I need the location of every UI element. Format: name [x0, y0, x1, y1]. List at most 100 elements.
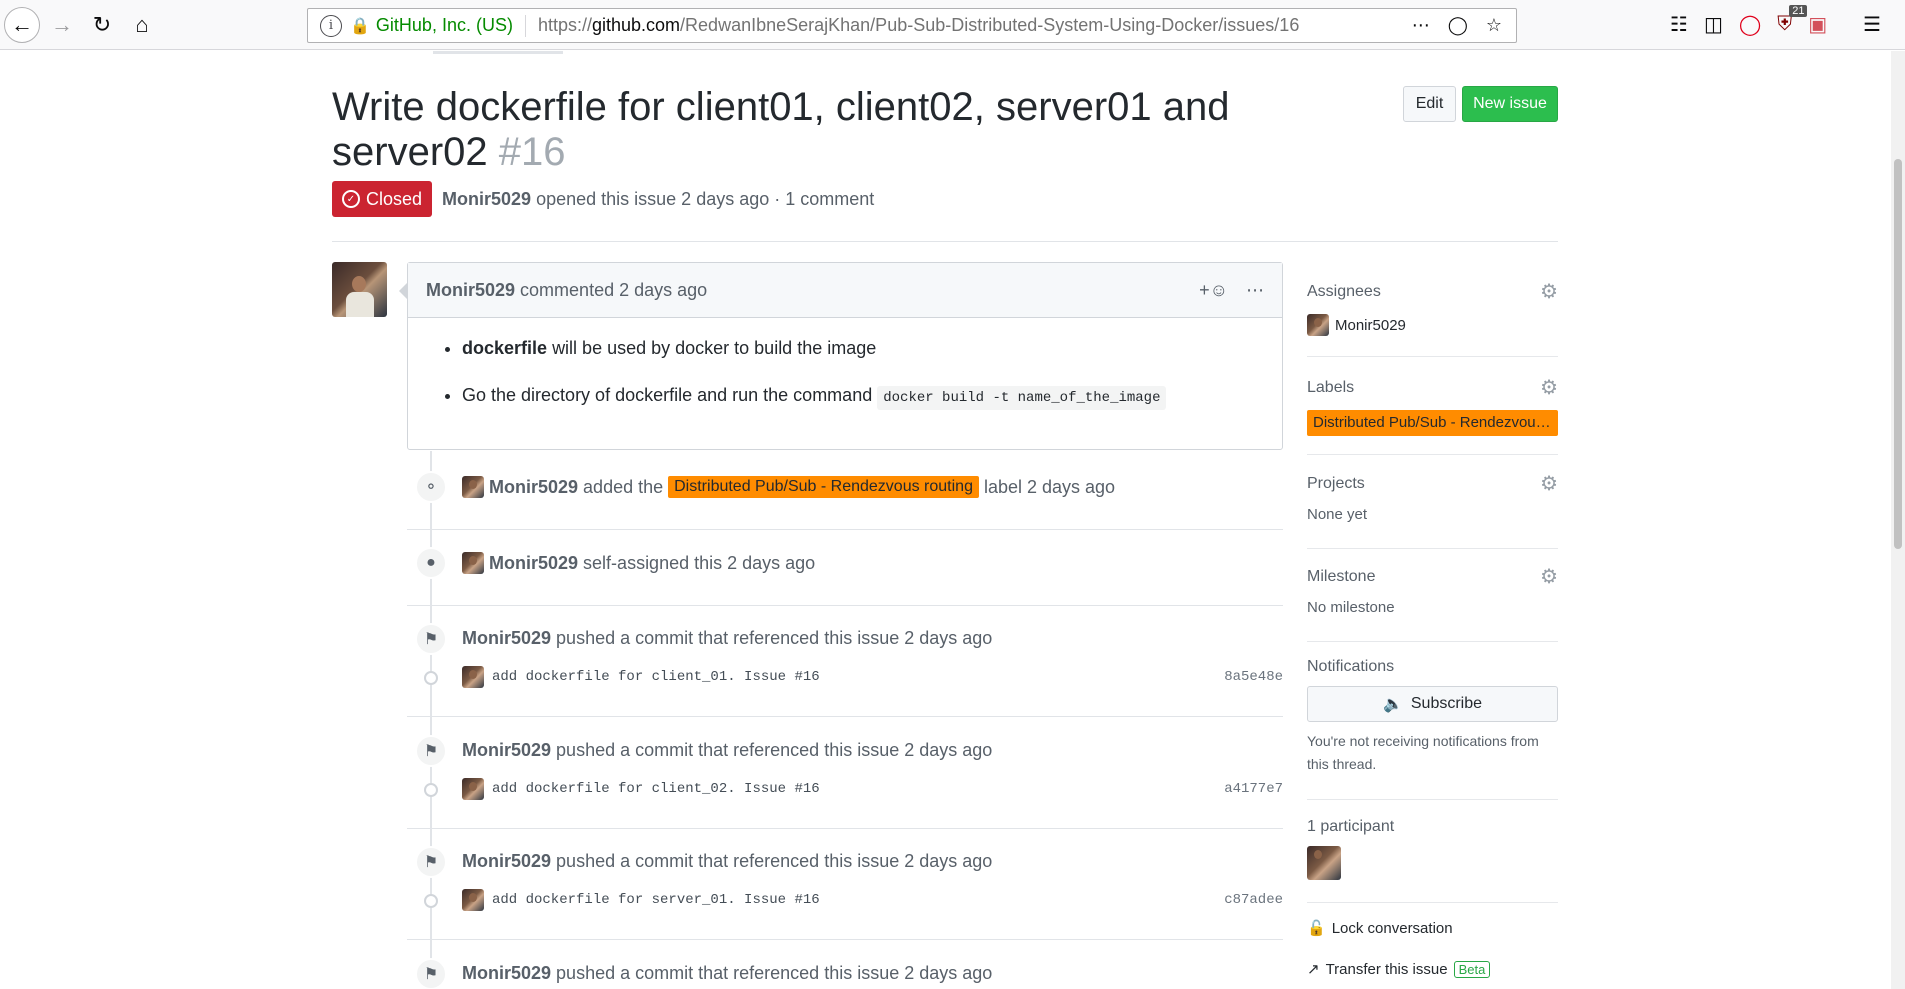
reload-icon[interactable]: ↻: [86, 9, 118, 41]
lock-conversation-link[interactable]: 🔓 Lock conversation: [1307, 919, 1453, 938]
issue-number: #16: [498, 130, 566, 174]
commit-sha[interactable]: 8a5e48e: [1224, 669, 1283, 685]
notifications-note: You're not receiving notifications from …: [1307, 733, 1539, 772]
comment-body: dockerfile will be used by docker to bui…: [408, 318, 1282, 412]
url-prefix: https://: [537, 15, 592, 35]
bullet1-text: will be used by docker to build the imag…: [552, 338, 877, 358]
milestone-value: No milestone: [1307, 599, 1395, 616]
labels-section: Labels ⚙ Distributed Pub/Sub - Rendezvous…: [1307, 375, 1558, 455]
commit-message[interactable]: add dockerfile for client_01. Issue #16: [492, 669, 820, 685]
transfer-issue-link[interactable]: ↗ Transfer this issue Beta: [1307, 960, 1491, 978]
event-author-link[interactable]: Monir5029: [462, 740, 551, 761]
bookmark-star-icon[interactable]: ☆: [1486, 15, 1502, 36]
avatar[interactable]: [332, 262, 387, 317]
commit-dot-icon: [424, 671, 438, 685]
projects-heading[interactable]: Projects ⚙: [1307, 471, 1558, 496]
commit-sha[interactable]: a4177e7: [1224, 781, 1283, 797]
event-divider: [407, 605, 1283, 606]
scrollbar[interactable]: [1891, 51, 1905, 989]
gear-icon[interactable]: ⚙: [1540, 471, 1558, 496]
opera-icon[interactable]: ◯: [1739, 12, 1761, 37]
milestone-section: Milestone ⚙ No milestone: [1307, 564, 1558, 642]
projects-heading-text: Projects: [1307, 474, 1365, 492]
avatar[interactable]: [462, 476, 484, 498]
ublock-icon[interactable]: ⛨ 21: [1777, 5, 1808, 36]
assignee[interactable]: Monir5029: [1307, 314, 1558, 336]
milestone-heading-text: Milestone: [1307, 567, 1376, 585]
pocket-ext-icon[interactable]: ▣: [1808, 12, 1827, 37]
more-options-icon[interactable]: ⋯: [1246, 280, 1264, 301]
info-icon[interactable]: i: [320, 14, 342, 37]
commit-message[interactable]: add dockerfile for client_02. Issue #16: [492, 781, 820, 797]
issue-label[interactable]: Distributed Pub/Sub - Rendezvous routing: [668, 476, 979, 498]
event-author-link[interactable]: Monir5029: [489, 553, 578, 574]
add-reaction-icon[interactable]: +☺: [1199, 280, 1228, 301]
milestone-heading[interactable]: Milestone ⚙: [1307, 564, 1558, 589]
commit-sha[interactable]: c87adee: [1224, 892, 1283, 908]
event-author-link[interactable]: Monir5029: [489, 477, 578, 498]
browser-toolbar: ← → ↻ ⌂ i 🔒 GitHub, Inc. (US) https://gi…: [0, 0, 1905, 50]
person-icon: ●: [415, 547, 447, 579]
sidebar-label[interactable]: Distributed Pub/Sub - Rendezvous routing: [1307, 410, 1558, 436]
issue-author-link[interactable]: Monir5029: [442, 189, 531, 210]
event-author-link[interactable]: Monir5029: [462, 851, 551, 872]
assign-event: Monir5029 self-assigned this 2 days ago: [462, 552, 815, 574]
avatar[interactable]: [1307, 846, 1341, 880]
edit-button[interactable]: Edit: [1403, 86, 1456, 122]
avatar[interactable]: [462, 666, 484, 688]
labels-heading[interactable]: Labels ⚙: [1307, 375, 1558, 400]
beta-badge: Beta: [1453, 960, 1491, 978]
event-text: pushed a commit that referenced this iss…: [556, 740, 993, 760]
comment-box: Monir5029 commented 2 days ago +☺ ⋯ dock…: [407, 262, 1283, 450]
forward-arrow-icon[interactable]: →: [46, 9, 78, 41]
projects-section: Projects ⚙ None yet: [1307, 471, 1558, 549]
assignees-section: Assignees ⚙ Monir5029: [1307, 279, 1558, 357]
pocket-icon[interactable]: ◯: [1448, 15, 1468, 36]
bullet2-code: docker build -t name_of_the_image: [877, 386, 1167, 410]
push-event: Monir5029 pushed a commit that reference…: [462, 740, 992, 761]
list-item: dockerfile will be used by docker to bui…: [462, 334, 1264, 362]
home-icon[interactable]: ⌂: [126, 9, 158, 41]
tab-underline: [433, 51, 563, 54]
library-icon[interactable]: ☷: [1670, 12, 1688, 37]
url-path: /RedwanIbneSerajKhan/Pub-Sub-Distributed…: [680, 15, 1300, 35]
lock-conversation-label: Lock conversation: [1331, 919, 1453, 937]
new-issue-button[interactable]: New issue: [1462, 86, 1558, 122]
event-text: label 2 days ago: [983, 476, 1116, 497]
comment-meta[interactable]: commented 2 days ago: [520, 280, 707, 301]
assignees-heading[interactable]: Assignees ⚙: [1307, 279, 1558, 304]
gear-icon[interactable]: ⚙: [1540, 279, 1558, 304]
subscribe-label: Subscribe: [1410, 695, 1483, 712]
label-event: Monir5029 added the Distributed Pub/Sub …: [462, 476, 1115, 498]
event-author-link[interactable]: Monir5029: [462, 963, 551, 984]
site-identity[interactable]: GitHub, Inc. (US): [376, 15, 513, 36]
back-arrow-icon[interactable]: ←: [4, 7, 40, 43]
event-divider: [407, 716, 1283, 717]
subscribe-button[interactable]: 🔈 Subscribe: [1307, 686, 1558, 722]
bullet2-text: Go the directory of dockerfile and run t…: [462, 385, 873, 405]
scrollbar-thumb[interactable]: [1894, 159, 1902, 549]
participants-section: 1 participant: [1307, 818, 1558, 903]
page-content: Write dockerfile for client01, client02,…: [0, 51, 1905, 989]
menu-icon[interactable]: ☰: [1863, 12, 1881, 37]
notifications-section: Notifications 🔈 Subscribe You're not rece…: [1307, 658, 1558, 800]
avatar[interactable]: [462, 778, 484, 800]
assignee-name: Monir5029: [1335, 316, 1406, 334]
lock-icon: 🔒: [350, 17, 370, 35]
avatar[interactable]: [462, 889, 484, 911]
header-divider: [332, 241, 1558, 242]
bookmark-icon: ⚑: [415, 846, 447, 878]
avatar[interactable]: [462, 552, 484, 574]
gear-icon[interactable]: ⚙: [1540, 564, 1558, 589]
push-event: Monir5029 pushed a commit that reference…: [462, 851, 992, 872]
url-bar[interactable]: i 🔒 GitHub, Inc. (US) https://github.com…: [307, 8, 1517, 43]
event-author-link[interactable]: Monir5029: [462, 628, 551, 649]
transfer-icon: ↗: [1307, 961, 1320, 978]
comment-author-link[interactable]: Monir5029: [426, 280, 515, 301]
avatar[interactable]: [1307, 314, 1329, 336]
gear-icon[interactable]: ⚙: [1540, 375, 1558, 400]
sidebar-icon[interactable]: ◫: [1704, 12, 1723, 37]
commit-message[interactable]: add dockerfile for server_01. Issue #16: [492, 892, 820, 908]
url-text[interactable]: https://github.com/RedwanIbneSerajKhan/P…: [538, 15, 1299, 36]
page-actions-icon[interactable]: ⋯: [1412, 15, 1430, 36]
